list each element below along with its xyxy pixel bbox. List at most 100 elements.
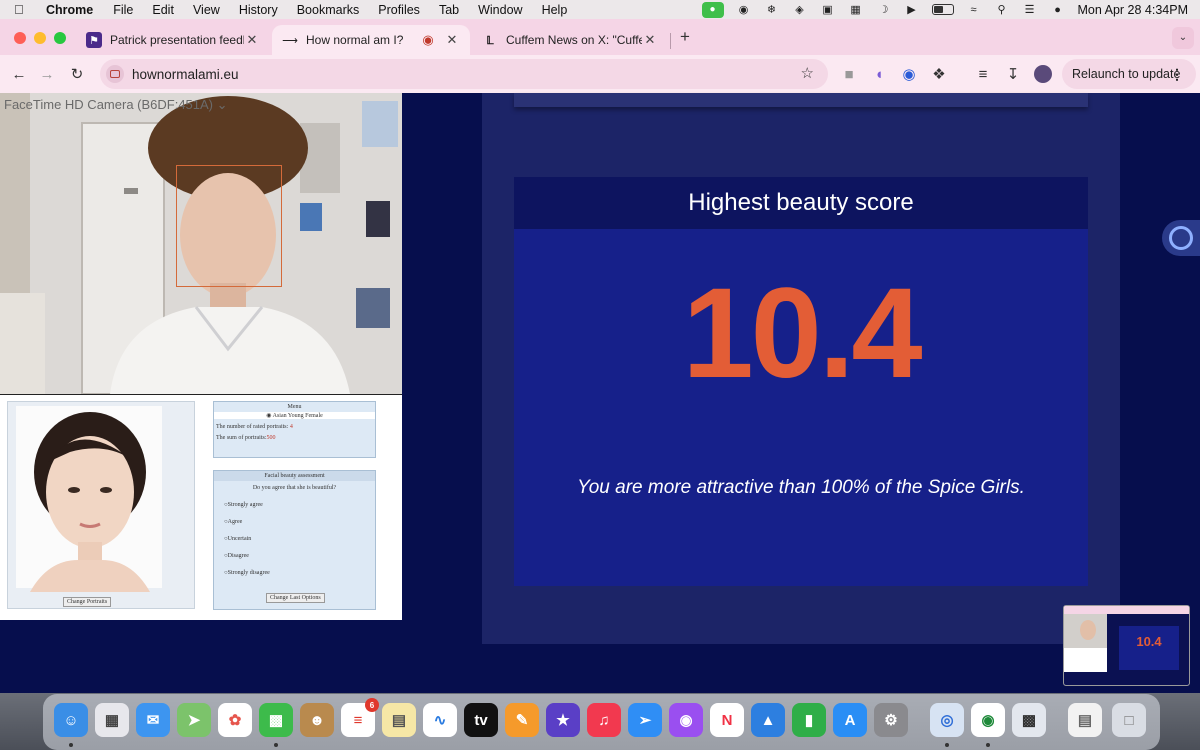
facetime-status-icon[interactable]: ● <box>701 1 724 18</box>
pages-icon[interactable]: ✎ <box>505 703 539 737</box>
bookmark-star-icon[interactable]: ☆ <box>801 64 814 82</box>
assessment-question: Do you agree that she is beautiful? <box>252 485 337 491</box>
portrait-sum-row: The sum of portraits:500 <box>216 435 276 441</box>
address-bar[interactable]: hownormalami.eu ☆ <box>100 59 828 89</box>
minimize-window-button[interactable] <box>34 32 46 44</box>
menu-help[interactable]: Help <box>542 3 568 17</box>
podcasts-icon[interactable]: ◉ <box>669 703 703 737</box>
battery-icon[interactable] <box>931 4 954 15</box>
menu-tab[interactable]: Tab <box>439 3 459 17</box>
menu-profiles[interactable]: Profiles <box>378 3 420 17</box>
contacts-icon[interactable]: ☻ <box>300 703 334 737</box>
previous-card <box>514 93 1088 107</box>
menu-title: Menu <box>287 404 302 410</box>
reminders-icon[interactable]: ≡ 6 <box>341 698 379 737</box>
change-portraits-button[interactable]: Change Portraits <box>63 597 112 607</box>
system-settings-icon[interactable]: ⚙ <box>874 703 908 737</box>
menu-edit[interactable]: Edit <box>152 3 174 17</box>
screen-record-icon[interactable]: ◉ <box>736 4 752 16</box>
tab-cuffem-news[interactable]: 𝕃 Cuffem News on X: "Cuffem g ✕ <box>472 25 668 55</box>
close-window-button[interactable] <box>14 32 26 44</box>
extension-k-icon[interactable]: ■ <box>838 63 860 85</box>
maps-icon[interactable]: ➤ <box>177 703 211 737</box>
notes-icon[interactable]: ▤ <box>382 703 416 737</box>
app-status-icon[interactable]: ◈ <box>792 4 808 16</box>
wifi-icon[interactable]: ≈ <box>966 4 982 16</box>
change-last-options-button[interactable]: Change Last Options <box>266 593 325 603</box>
search-icon[interactable]: ⚲ <box>994 4 1010 16</box>
back-icon[interactable]: ← <box>8 63 30 85</box>
screen-sharing-icon[interactable]: ◎ <box>930 703 964 737</box>
menu-history[interactable]: History <box>239 3 278 17</box>
menu-app-name[interactable]: Chrome <box>46 3 93 17</box>
launchpad-icon[interactable]: ▦ <box>95 703 129 737</box>
site-info-icon[interactable] <box>106 65 124 83</box>
extension-c-icon[interactable]: ◉ <box>898 63 920 85</box>
more-menu-icon[interactable]: ⋮ <box>1170 66 1184 83</box>
tab-patrick-feedback[interactable]: ⚑ Patrick presentation feedback ✕ <box>76 25 270 55</box>
reload-icon[interactable]: ↻ <box>66 63 88 85</box>
mail-icon[interactable]: ✉ <box>136 703 170 737</box>
photos-icon[interactable]: ✿ <box>218 703 252 737</box>
news-icon[interactable]: N <box>710 703 744 737</box>
tab-close-icon[interactable]: ✕ <box>642 32 658 48</box>
app-store-icon[interactable]: A <box>833 703 867 737</box>
preview-app-icon[interactable]: ▩ <box>1012 703 1046 737</box>
tab-close-icon[interactable]: ✕ <box>444 32 460 48</box>
relaunch-to-update-button[interactable]: Relaunch to update ⋮ <box>1062 59 1196 89</box>
tab-search-button[interactable]: ⌄ <box>1172 27 1194 49</box>
apple-menu-icon[interactable]:  <box>14 2 30 17</box>
trash-icon[interactable]: □ <box>1112 703 1146 737</box>
menubar-clock[interactable]: Mon Apr 28 4:34PM <box>1078 3 1188 17</box>
score-message: You are more attractive than 100% of the… <box>577 477 1025 498</box>
option-strongly-agree[interactable]: ○Strongly agree <box>214 502 375 508</box>
camera-feed: FaceTime HD Camera (B6DF:451A) ⌄ <box>0 93 402 394</box>
keynote-icon[interactable]: ▲ <box>751 703 785 737</box>
grid-status-icon[interactable]: ▦ <box>848 4 864 16</box>
option-uncertain[interactable]: ○Uncertain <box>214 536 375 542</box>
tab-how-normal-am-i[interactable]: ⟶ How normal am I? ◉ ✕ <box>272 25 470 55</box>
menu-bookmarks[interactable]: Bookmarks <box>297 3 360 17</box>
portrait-frame <box>7 401 195 609</box>
new-tab-button[interactable]: + <box>676 25 694 49</box>
safari-icon[interactable]: ➢ <box>628 703 662 737</box>
apple-tv-icon[interactable]: tv <box>464 703 498 737</box>
option-agree[interactable]: ○Agree <box>214 519 375 525</box>
extension-shell-icon[interactable]: ◖ <box>868 63 890 85</box>
downloads-stack-icon[interactable]: ▤ <box>1068 703 1102 737</box>
category-select[interactable]: ◉ Asian Young Female <box>214 412 375 419</box>
url-text[interactable]: hownormalami.eu <box>132 67 239 82</box>
menu-file[interactable]: File <box>113 3 133 17</box>
numbers-icon[interactable]: ▮ <box>792 703 826 737</box>
imovie-icon[interactable]: ★ <box>546 703 580 737</box>
forward-icon[interactable]: → <box>36 63 58 85</box>
facetime-icon[interactable]: ▩ <box>259 703 293 737</box>
freeform-icon[interactable]: ∿ <box>423 703 457 737</box>
profile-avatar[interactable] <box>1032 63 1054 85</box>
extension-status-icon[interactable]: ❄ <box>764 4 780 16</box>
floating-extension-icon[interactable] <box>1162 220 1200 256</box>
shield-status-icon[interactable]: ▣ <box>820 4 836 16</box>
extensions-puzzle-icon[interactable]: ❖ <box>928 63 950 85</box>
assessment-box: Facial beauty assessment Do you agree th… <box>213 470 376 610</box>
menu-view[interactable]: View <box>193 3 220 17</box>
play-icon[interactable]: ▶ <box>904 4 920 16</box>
zoom-window-button[interactable] <box>54 32 66 44</box>
siri-icon[interactable]: ● <box>1050 4 1066 16</box>
music-icon[interactable]: ♫ <box>587 703 621 737</box>
chrome-icon[interactable]: ◉ <box>971 703 1005 737</box>
control-center-icon[interactable]: ☰ <box>1022 4 1038 16</box>
tab-close-icon[interactable]: ✕ <box>244 32 260 48</box>
media-control-icon[interactable]: ≡ <box>972 63 994 85</box>
moon-icon[interactable]: ☽ <box>876 4 892 16</box>
tab-title: Patrick presentation feedback <box>110 33 244 47</box>
finder-icon[interactable]: ☺ <box>54 703 88 737</box>
screenshot-thumbnail[interactable]: 10.4 <box>1063 605 1190 686</box>
option-strongly-disagree[interactable]: ○Strongly disagree <box>214 570 375 576</box>
assessment-title: Facial beauty assessment <box>214 471 375 481</box>
option-disagree[interactable]: ○Disagree <box>214 553 375 559</box>
menu-window[interactable]: Window <box>478 3 522 17</box>
downloads-icon[interactable]: ↧ <box>1002 63 1024 85</box>
score-heading: Highest beauty score <box>514 177 1088 229</box>
camera-source-label[interactable]: FaceTime HD Camera (B6DF:451A) ⌄ <box>4 97 228 113</box>
